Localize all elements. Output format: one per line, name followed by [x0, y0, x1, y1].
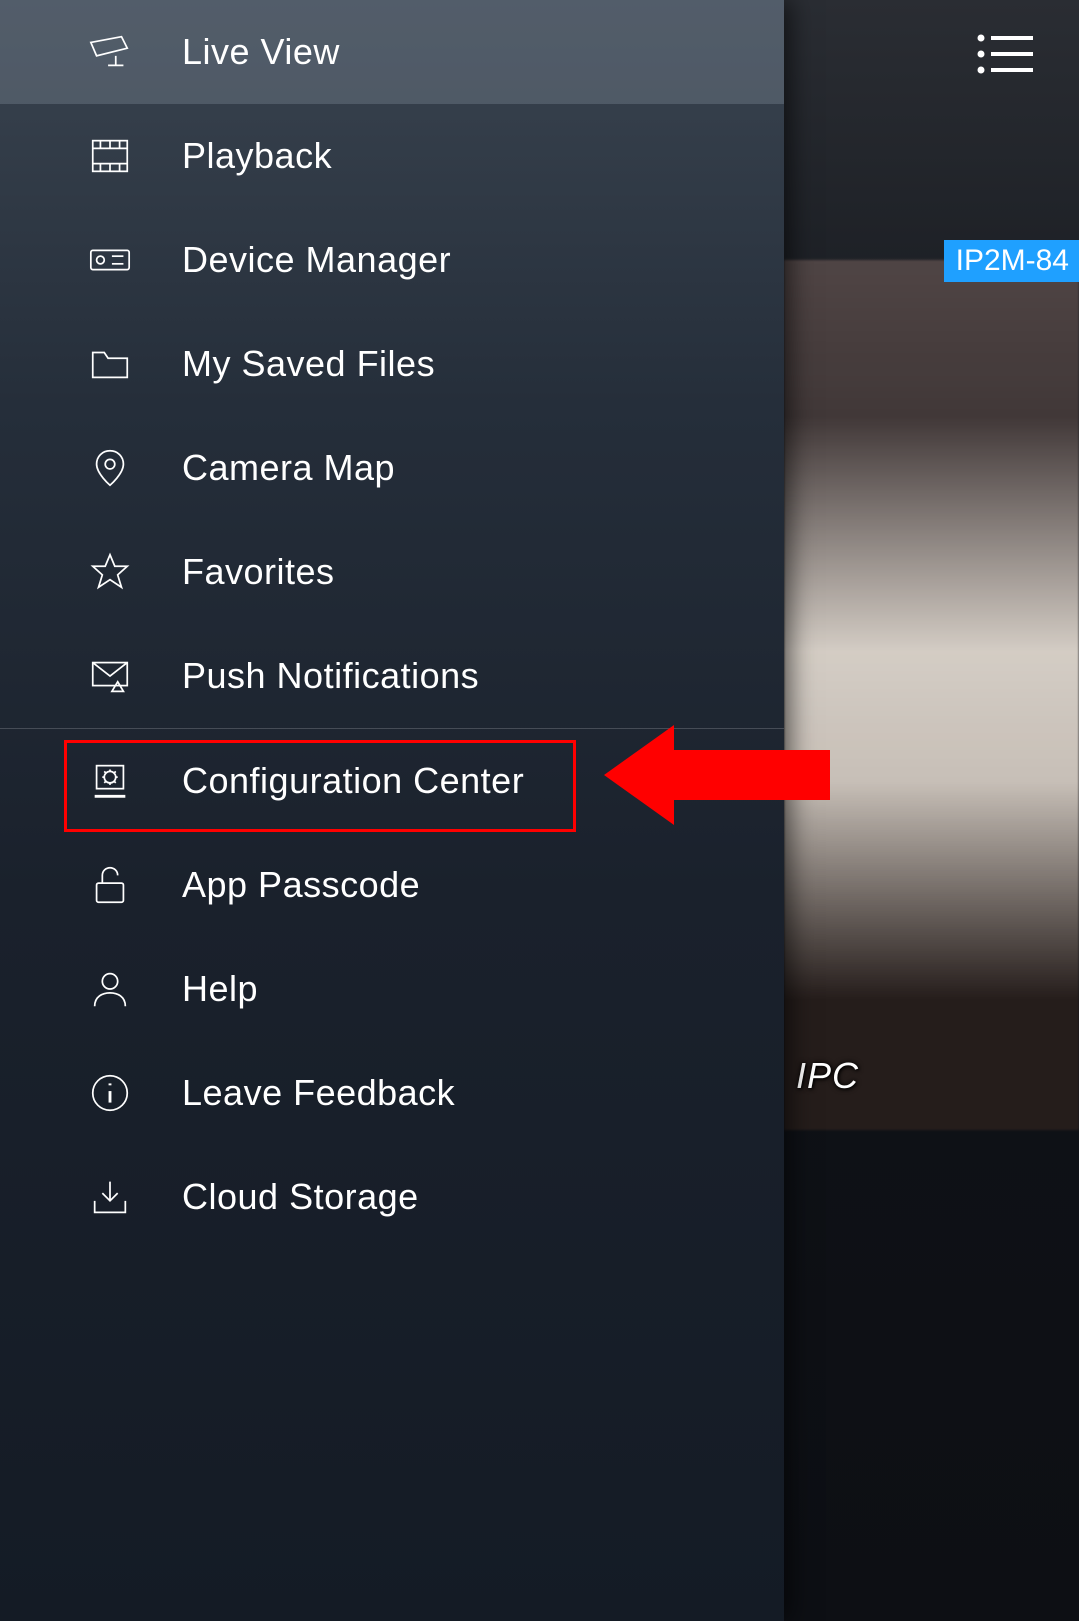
nav-item-label: Push Notifications [182, 655, 479, 697]
nav-item-label: Cloud Storage [182, 1176, 419, 1218]
nav-item-help[interactable]: Help [0, 937, 784, 1041]
star-icon [84, 546, 136, 598]
config-center-icon [84, 755, 136, 807]
download-icon [84, 1171, 136, 1223]
nav-item-label: Help [182, 968, 258, 1010]
camera-feed-image [784, 260, 1079, 1130]
envelope-alert-icon [84, 650, 136, 702]
nav-item-label: My Saved Files [182, 343, 435, 385]
menu-toggle-button[interactable] [975, 30, 1035, 78]
nav-item-my-saved-files[interactable]: My Saved Files [0, 312, 784, 416]
nav-item-push-notifications[interactable]: Push Notifications [0, 624, 784, 728]
lock-icon [84, 859, 136, 911]
nav-item-device-manager[interactable]: Device Manager [0, 208, 784, 312]
camera-model-badge: IP2M-84 [944, 240, 1079, 282]
nav-item-app-passcode[interactable]: App Passcode [0, 833, 784, 937]
nav-item-configuration-center[interactable]: Configuration Center [0, 729, 784, 833]
nav-item-leave-feedback[interactable]: Leave Feedback [0, 1041, 784, 1145]
nav-item-playback[interactable]: Playback [0, 104, 784, 208]
map-pin-icon [84, 442, 136, 494]
device-icon [84, 234, 136, 286]
nav-item-label: Playback [182, 135, 332, 177]
nav-item-label: Camera Map [182, 447, 395, 489]
nav-item-label: Live View [182, 31, 340, 73]
user-icon [84, 963, 136, 1015]
info-icon [84, 1067, 136, 1119]
nav-item-live-view[interactable]: Live View [0, 0, 784, 104]
nav-item-cloud-storage[interactable]: Cloud Storage [0, 1145, 784, 1249]
nav-item-label: Configuration Center [182, 760, 524, 802]
camera-icon [84, 26, 136, 78]
nav-item-label: Device Manager [182, 239, 451, 281]
hamburger-icon [975, 65, 1035, 82]
navigation-drawer: Live View Playback Device Manager My Sav… [0, 0, 784, 1621]
nav-item-label: App Passcode [182, 864, 420, 906]
folder-icon [84, 338, 136, 390]
nav-item-label: Favorites [182, 551, 335, 593]
nav-item-favorites[interactable]: Favorites [0, 520, 784, 624]
film-icon [84, 130, 136, 182]
nav-item-label: Leave Feedback [182, 1072, 455, 1114]
nav-item-camera-map[interactable]: Camera Map [0, 416, 784, 520]
camera-overlay-label: IPC [796, 1055, 859, 1097]
